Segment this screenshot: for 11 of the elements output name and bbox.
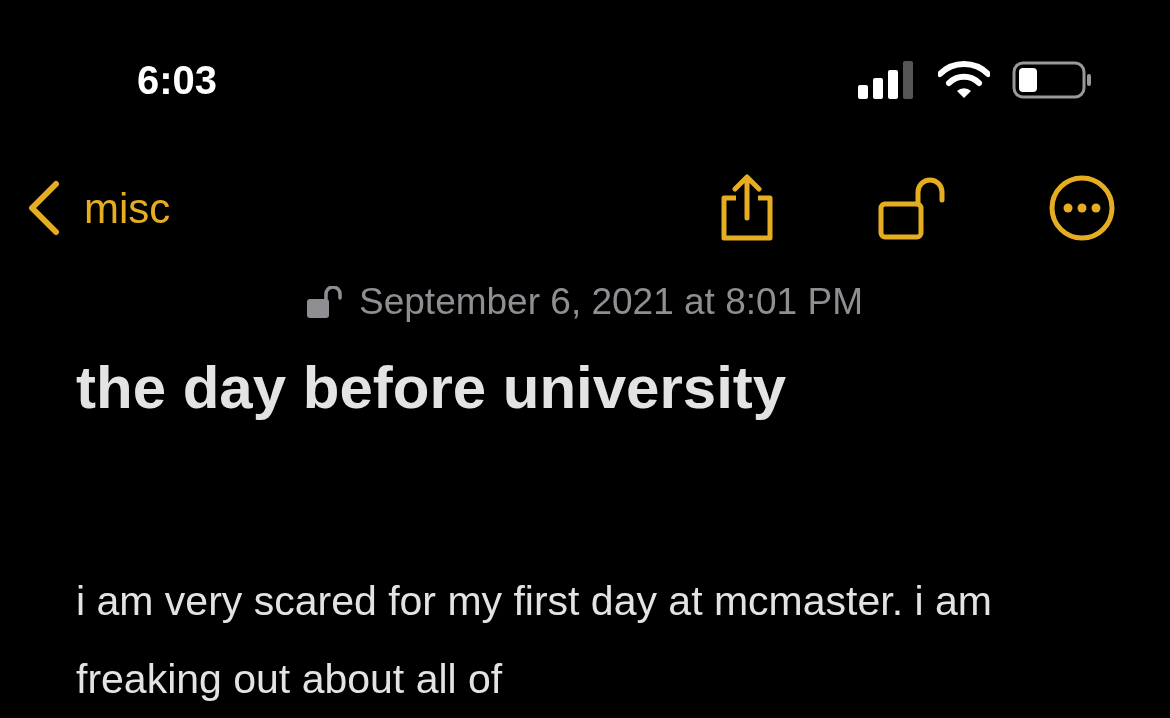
note-title: the day before university [75,353,788,423]
note-body: i am very scared for my first day at mcmaster. i am freaking out about all of [75,577,993,704]
wifi-icon [938,61,990,99]
more-icon[interactable] [1048,174,1116,242]
chevron-left-icon [26,180,60,236]
note-date: September 6, 2021 at 8:01 PM [359,280,863,325]
status-time: 6:03 [137,57,218,104]
signal-icon [858,61,916,99]
battery-icon [1012,61,1092,99]
lock-open-icon[interactable] [878,176,946,240]
back-button[interactable]: misc [26,176,171,240]
